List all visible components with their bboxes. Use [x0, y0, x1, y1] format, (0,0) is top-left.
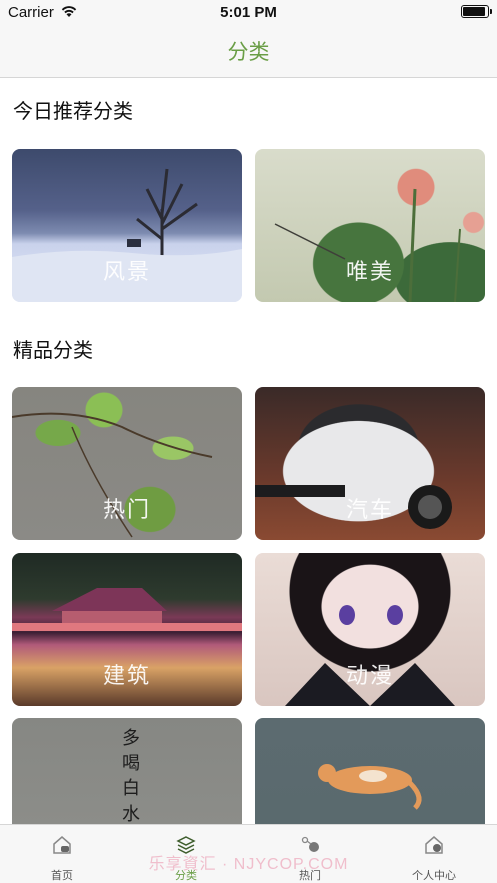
- category-label: 建筑: [102, 664, 151, 689]
- section-title-recommended: 今日推荐分类: [13, 99, 133, 123]
- cat-image: [318, 764, 422, 810]
- calligraphy-char: 多: [122, 728, 140, 749]
- category-card-car[interactable]: 汽车: [255, 387, 485, 540]
- category-label: 汽车: [345, 498, 394, 523]
- battery-icon: [461, 5, 492, 18]
- calligraphy-image: 多 喝 白 水: [119, 726, 143, 824]
- category-card-anime[interactable]: 动漫: [255, 553, 485, 706]
- page-title: 分类: [227, 40, 270, 64]
- watermark: 乐享資汇 · NJYCOP.COM: [148, 856, 349, 873]
- calligraphy-char: 喝: [122, 753, 140, 775]
- category-label: 风景: [102, 260, 151, 285]
- clock: 5:01 PM: [220, 4, 277, 21]
- category-card-calligraphy[interactable]: 多 喝 白 水: [12, 718, 242, 824]
- navigation-bar: 分类: [0, 26, 497, 78]
- category-card-architecture[interactable]: 建筑: [12, 553, 242, 706]
- status-bar: Carrier 5:01 PM: [0, 0, 497, 26]
- category-card-landscape[interactable]: 风景: [12, 149, 242, 302]
- calligraphy-char: 水: [122, 803, 140, 824]
- category-label: 动漫: [345, 664, 394, 689]
- category-card-hot[interactable]: 热门: [12, 387, 242, 540]
- section-title-featured: 精品分类: [13, 338, 93, 362]
- category-card-beauty[interactable]: 唯美: [255, 149, 485, 302]
- category-card-cat[interactable]: [255, 718, 485, 824]
- calligraphy-char: 白: [122, 778, 140, 800]
- category-label: 唯美: [345, 260, 394, 285]
- category-label: 热门: [102, 498, 151, 523]
